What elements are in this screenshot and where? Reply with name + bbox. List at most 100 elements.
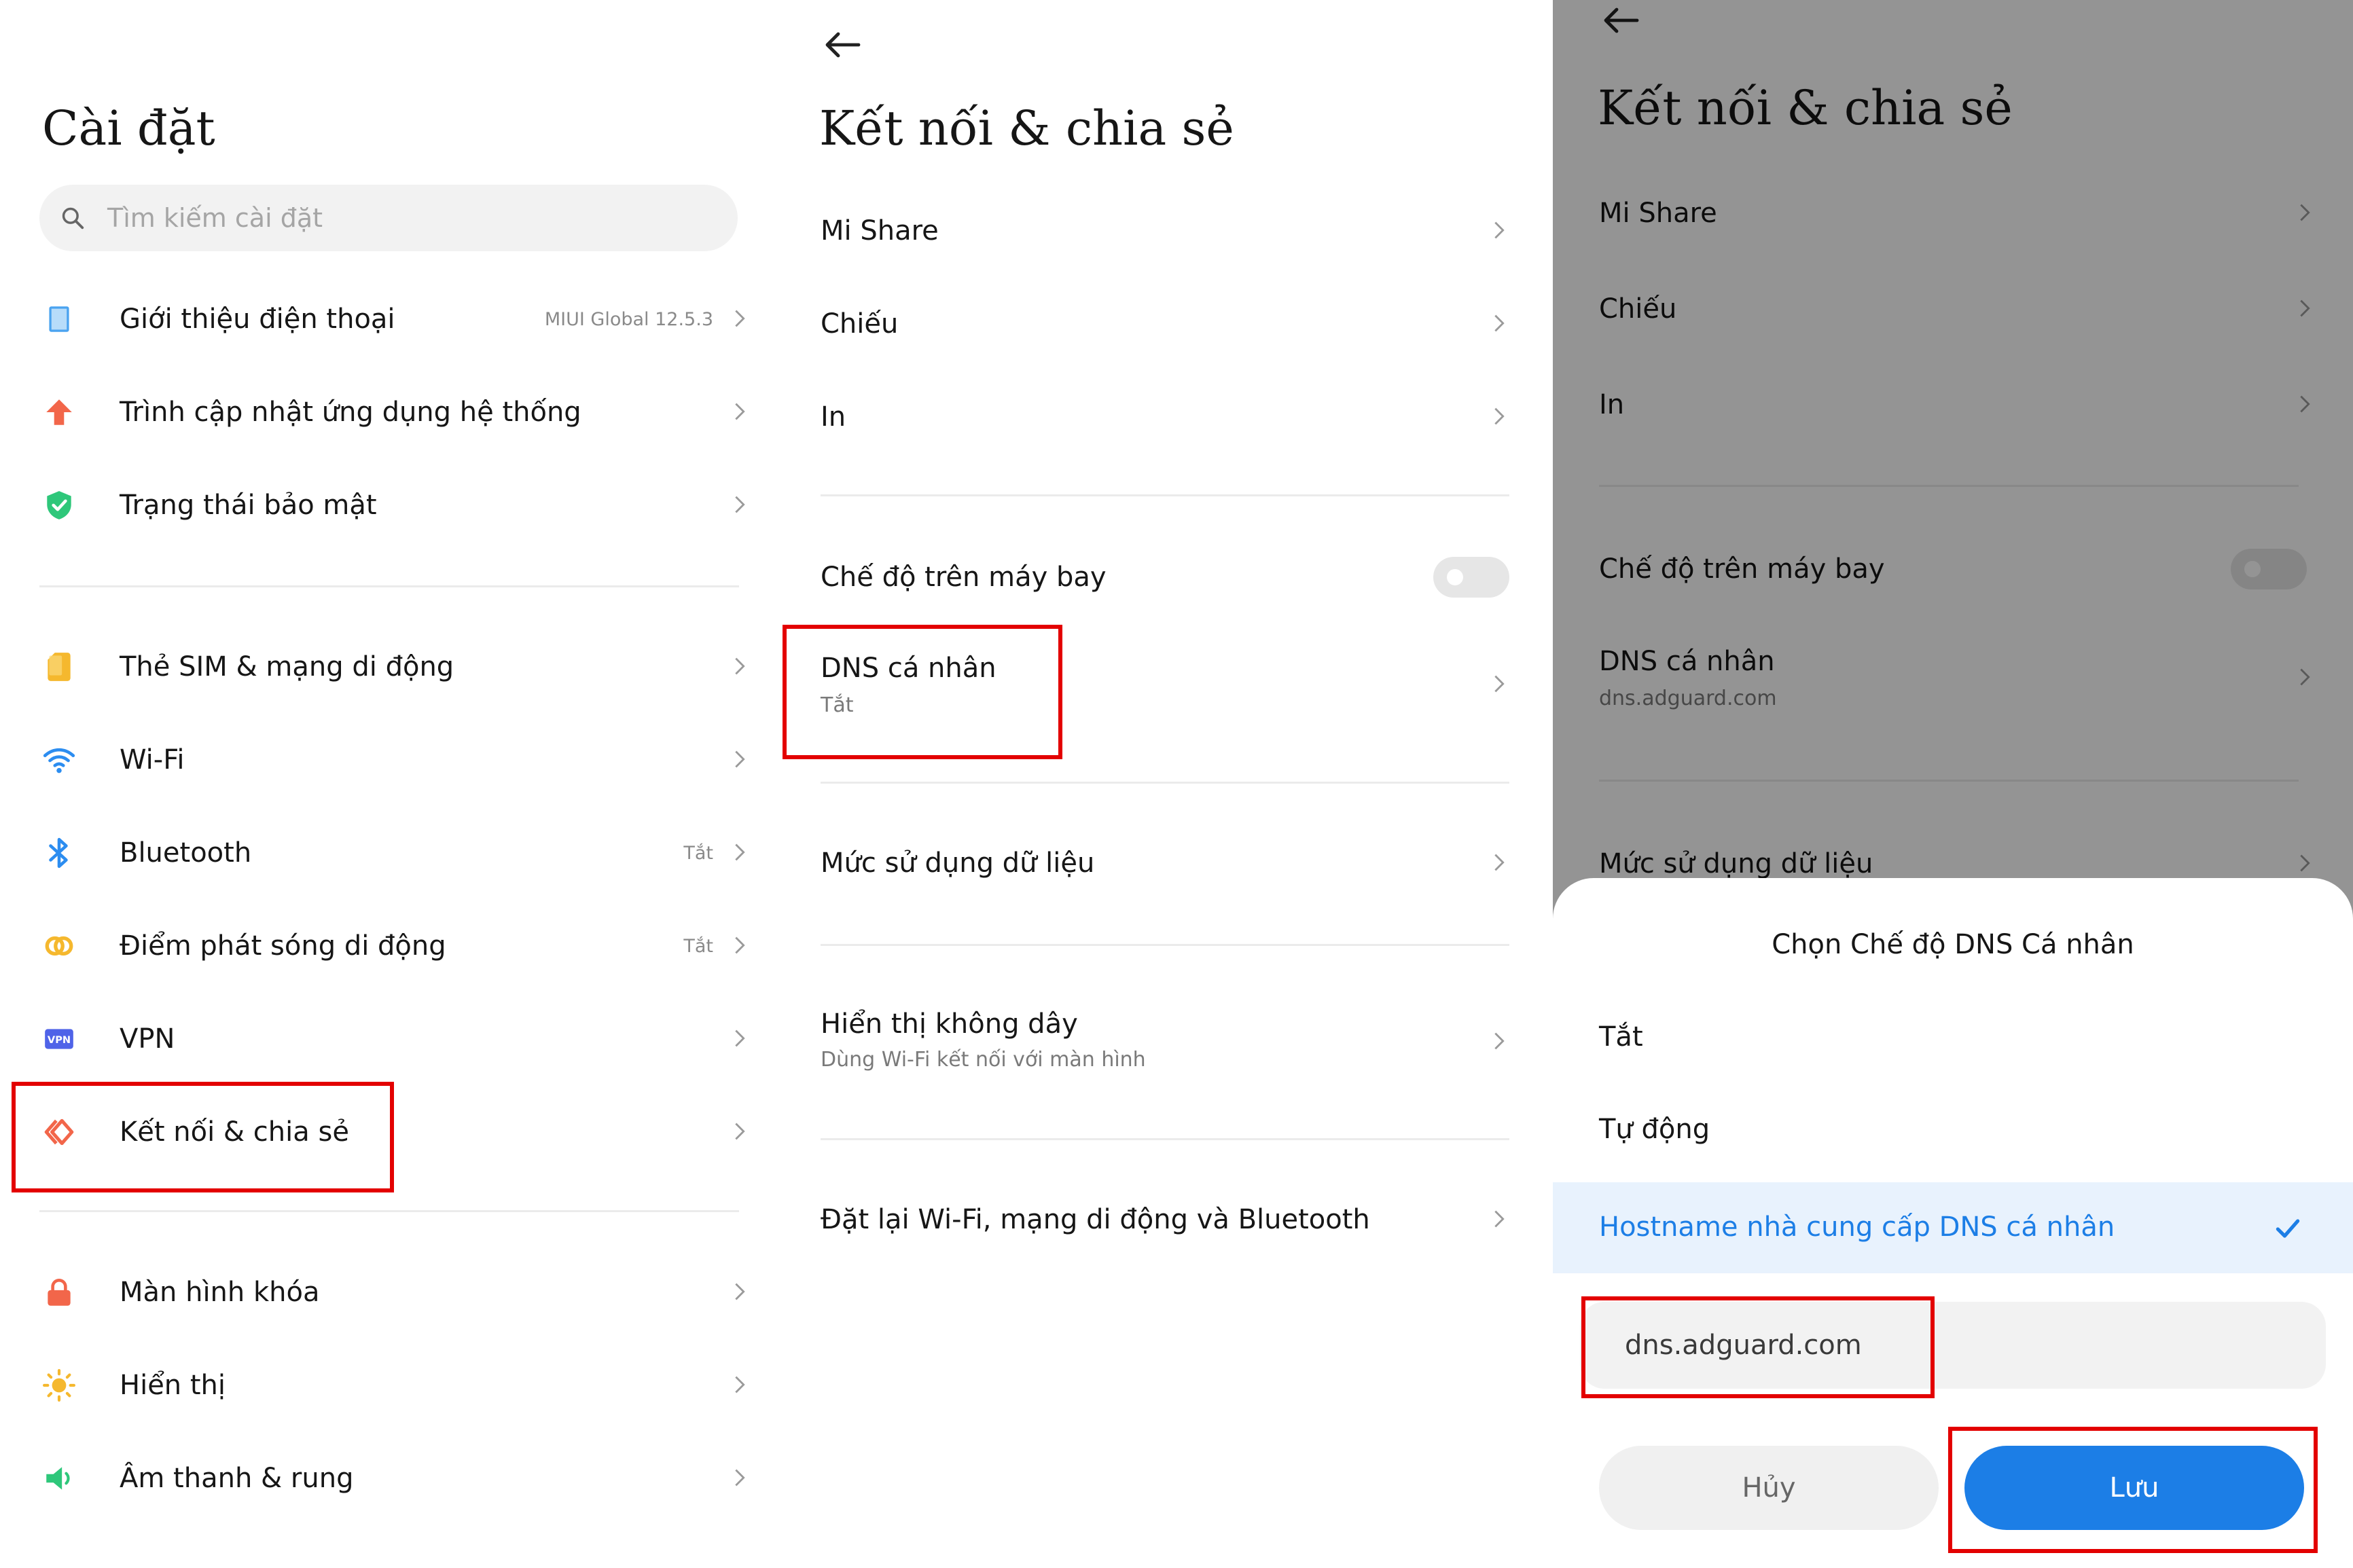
row-label: Hiển thị không dây	[821, 1008, 1078, 1040]
chevron-right-icon	[728, 400, 751, 423]
chevron-right-icon	[1488, 219, 1511, 242]
divider	[821, 1138, 1509, 1140]
option-hostname[interactable]: Hostname nhà cung cấp DNS cá nhân	[1553, 1182, 2353, 1273]
search-icon	[60, 205, 86, 231]
chevron-right-icon	[728, 1120, 751, 1143]
row-label: Hiển thị	[120, 1370, 226, 1401]
settings-row[interactable]: Điểm phát sóng di động Tắt	[0, 912, 777, 980]
sun-icon	[42, 1368, 76, 1402]
divider	[821, 944, 1509, 946]
option-label: Tự động	[1599, 1114, 1710, 1145]
row-mi-share[interactable]: Mi Share	[777, 197, 1553, 265]
row-label: Âm thanh & rung	[120, 1463, 354, 1494]
dns-mode-dialog: Chọn Chế độ DNS Cá nhân Tắt Tự động Host…	[1553, 878, 2353, 1568]
option-off[interactable]: Tắt	[1553, 992, 2353, 1083]
highlight-box-save	[1948, 1427, 2318, 1553]
settings-row[interactable]: Âm thanh & rung	[0, 1444, 777, 1512]
wifi-icon	[42, 743, 76, 777]
settings-row[interactable]: VPN VPN	[0, 1005, 777, 1073]
row-label: Trình cập nhật ứng dụng hệ thống	[120, 397, 581, 428]
row-label: Chiếu	[821, 308, 899, 340]
settings-row[interactable]: Giới thiệu điện thoại MIUI Global 12.5.3	[0, 285, 777, 353]
chevron-right-icon	[1488, 851, 1511, 874]
row-in[interactable]: In	[777, 383, 1553, 451]
row-wireless-display[interactable]: Hiển thị không dây Dùng Wi-Fi kết nối vớ…	[777, 996, 1553, 1091]
checkmark-icon	[2273, 1214, 2303, 1243]
settings-row[interactable]: Trạng thái bảo mật	[0, 471, 777, 539]
row-label: Chế độ trên máy bay	[821, 562, 1107, 593]
row-subtitle: Dùng Wi-Fi kết nối với màn hình	[821, 1048, 1146, 1072]
speaker-icon	[42, 1461, 76, 1495]
settings-row[interactable]: Thẻ SIM & mạng di động	[0, 633, 777, 701]
row-chieu[interactable]: Chiếu	[777, 290, 1553, 358]
option-automatic[interactable]: Tự động	[1553, 1084, 2353, 1175]
lock-icon	[42, 1275, 76, 1309]
bluetooth-icon	[42, 836, 76, 870]
svg-text:VPN: VPN	[48, 1034, 71, 1046]
chevron-right-icon	[728, 841, 751, 864]
airplane-mode-toggle[interactable]	[1433, 557, 1509, 598]
row-label: Mi Share	[821, 215, 939, 247]
chevron-right-icon	[1488, 1029, 1511, 1053]
settings-panel: Cài đặt Tìm kiếm cài đặt Giới thiệu điện…	[0, 0, 777, 1568]
row-label: Bluetooth	[120, 837, 252, 869]
divider	[821, 782, 1509, 784]
chevron-right-icon	[1488, 672, 1511, 695]
settings-row[interactable]: Hiển thị	[0, 1351, 777, 1419]
chevron-right-icon	[1488, 312, 1511, 335]
chevron-right-icon	[728, 1280, 751, 1303]
row-airplane-mode: Chế độ trên máy bay	[777, 543, 1553, 611]
chevron-right-icon	[728, 1466, 751, 1489]
chevron-right-icon	[728, 307, 751, 330]
row-label: Màn hình khóa	[120, 1277, 320, 1308]
option-label: Tắt	[1599, 1021, 1643, 1053]
cancel-button[interactable]: Hủy	[1599, 1446, 1939, 1530]
chevron-right-icon	[728, 1027, 751, 1050]
highlight-box-private-dns	[783, 625, 1062, 759]
highlight-box-hostname	[1581, 1296, 1935, 1398]
row-label: Thẻ SIM & mạng di động	[120, 651, 454, 682]
page-title: Kết nối & chia sẻ	[819, 101, 1234, 156]
arrow-up-icon	[42, 395, 76, 429]
divider	[821, 494, 1509, 496]
sim-icon	[42, 650, 76, 684]
chevron-right-icon	[1488, 1207, 1511, 1230]
row-label: Giới thiệu điện thoại	[120, 304, 395, 335]
row-value: Tắt	[683, 843, 713, 864]
page-title: Cài đặt	[42, 101, 215, 156]
settings-row[interactable]: Trình cập nhật ứng dụng hệ thống	[0, 378, 777, 446]
row-label: VPN	[120, 1023, 175, 1055]
row-value: MIUI Global 12.5.3	[544, 309, 713, 330]
row-reset-network[interactable]: Đặt lại Wi-Fi, mạng di động và Bluetooth	[777, 1186, 1553, 1254]
row-value: Tắt	[683, 936, 713, 957]
row-label: Wi-Fi	[120, 744, 185, 776]
row-data-usage[interactable]: Mức sử dụng dữ liệu	[777, 829, 1553, 897]
row-label: Đặt lại Wi-Fi, mạng di động và Bluetooth	[821, 1204, 1370, 1235]
chevron-right-icon	[1488, 405, 1511, 428]
connection-share-panel: Kết nối & chia sẻ Mi Share Chiếu In Chế …	[777, 0, 1553, 1568]
settings-row[interactable]: Wi-Fi	[0, 726, 777, 794]
dialog-title: Chọn Chế độ DNS Cá nhân	[1772, 929, 2134, 960]
vpn-icon: VPN	[42, 1022, 76, 1056]
row-label: Điểm phát sóng di động	[120, 930, 446, 962]
chevron-right-icon	[728, 493, 751, 516]
option-label: Hostname nhà cung cấp DNS cá nhân	[1599, 1211, 2115, 1243]
hotspot-icon	[42, 929, 76, 963]
divider	[39, 585, 739, 587]
row-label: Trạng thái bảo mật	[120, 490, 377, 521]
settings-row[interactable]: Bluetooth Tắt	[0, 819, 777, 887]
chevron-right-icon	[728, 934, 751, 957]
phone-icon	[42, 302, 76, 336]
chevron-right-icon	[728, 655, 751, 678]
highlight-box-connection-share	[12, 1082, 394, 1192]
settings-row[interactable]: Màn hình khóa	[0, 1258, 777, 1326]
chevron-right-icon	[728, 1373, 751, 1396]
divider	[39, 1210, 739, 1212]
back-arrow-icon[interactable]	[823, 30, 861, 60]
row-label: Mức sử dụng dữ liệu	[821, 847, 1095, 879]
search-input[interactable]: Tìm kiếm cài đặt	[107, 205, 323, 231]
shield-icon	[42, 488, 76, 522]
private-dns-dialog-panel: Kết nối & chia sẻ Mi Share Chiếu In Chế …	[1553, 0, 2353, 1568]
search-bar[interactable]: Tìm kiếm cài đặt	[39, 185, 738, 251]
chevron-right-icon	[728, 748, 751, 771]
